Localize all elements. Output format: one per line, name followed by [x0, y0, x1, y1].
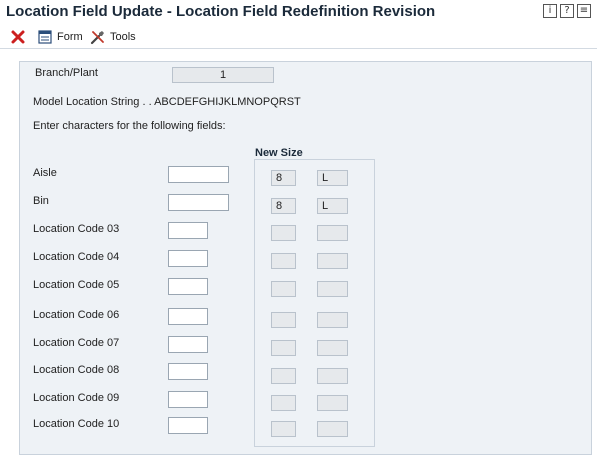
instruction-text: Enter characters for the following field…: [33, 120, 226, 132]
location-code-03-justify-field: [317, 225, 348, 241]
location-code-04-justify-field: [317, 253, 348, 269]
window-title: Location Field Update - Location Field R…: [6, 3, 436, 20]
location-code-05-size-field: [271, 281, 296, 297]
aisle-input[interactable]: [168, 166, 229, 183]
location-code-04-input[interactable]: [168, 250, 208, 267]
close-button[interactable]: [10, 28, 26, 46]
tools-menu-button[interactable]: Tools: [90, 28, 136, 46]
tools-menu-label: Tools: [110, 31, 136, 43]
aisle-size-field: 8: [271, 170, 296, 186]
form-menu-button[interactable]: Form: [37, 28, 83, 46]
model-location-string: Model Location String . . ABCDEFGHIJKLMN…: [33, 96, 301, 108]
bin-size-field: 8: [271, 198, 296, 214]
location-code-10-justify-field: [317, 421, 348, 437]
location-code-03-size-field: [271, 225, 296, 241]
location-code-06-justify-field: [317, 312, 348, 328]
location-code-09-input[interactable]: [168, 391, 208, 408]
location-code-10-size-field: [271, 421, 296, 437]
location-code-07-input[interactable]: [168, 336, 208, 353]
field-label-location-code-10: Location Code 10: [33, 418, 120, 430]
info-icon[interactable]: i: [543, 4, 557, 18]
title-icons: i ? ≡: [543, 4, 591, 18]
field-label-aisle: Aisle: [33, 167, 57, 179]
location-code-03-input[interactable]: [168, 222, 208, 239]
location-code-05-input[interactable]: [168, 278, 208, 295]
close-icon: [11, 30, 25, 44]
location-code-08-justify-field: [317, 368, 348, 384]
location-code-09-size-field: [271, 395, 296, 411]
field-label-location-code-03: Location Code 03: [33, 223, 120, 235]
branch-plant-field: 1: [172, 67, 274, 83]
field-label-location-code-04: Location Code 04: [33, 251, 120, 263]
bin-input[interactable]: [168, 194, 229, 211]
field-label-location-code-05: Location Code 05: [33, 279, 120, 291]
location-code-07-justify-field: [317, 340, 348, 356]
aisle-justify-field: L: [317, 170, 348, 186]
location-code-06-input[interactable]: [168, 308, 208, 325]
form-panel: Branch/Plant 1 Model Location String . .…: [19, 61, 592, 455]
location-code-05-justify-field: [317, 281, 348, 297]
title-bar: Location Field Update - Location Field R…: [0, 0, 597, 24]
form-menu-label: Form: [57, 31, 83, 43]
location-code-10-input[interactable]: [168, 417, 208, 434]
field-label-location-code-09: Location Code 09: [33, 392, 120, 404]
location-code-08-input[interactable]: [168, 363, 208, 380]
field-label-location-code-06: Location Code 06: [33, 309, 120, 321]
field-label-location-code-08: Location Code 08: [33, 364, 120, 376]
branch-plant-label: Branch/Plant: [35, 67, 98, 79]
toolbar: Form Tools: [0, 25, 597, 49]
location-code-04-size-field: [271, 253, 296, 269]
menu-icon[interactable]: ≡: [577, 4, 591, 18]
location-code-07-size-field: [271, 340, 296, 356]
field-label-location-code-07: Location Code 07: [33, 337, 120, 349]
location-code-06-size-field: [271, 312, 296, 328]
new-size-heading: New Size: [255, 147, 303, 159]
form-icon: [38, 30, 52, 44]
help-icon[interactable]: ?: [560, 4, 574, 18]
bin-justify-field: L: [317, 198, 348, 214]
location-code-08-size-field: [271, 368, 296, 384]
tools-icon: [90, 31, 104, 45]
location-code-09-justify-field: [317, 395, 348, 411]
field-label-bin: Bin: [33, 195, 49, 207]
